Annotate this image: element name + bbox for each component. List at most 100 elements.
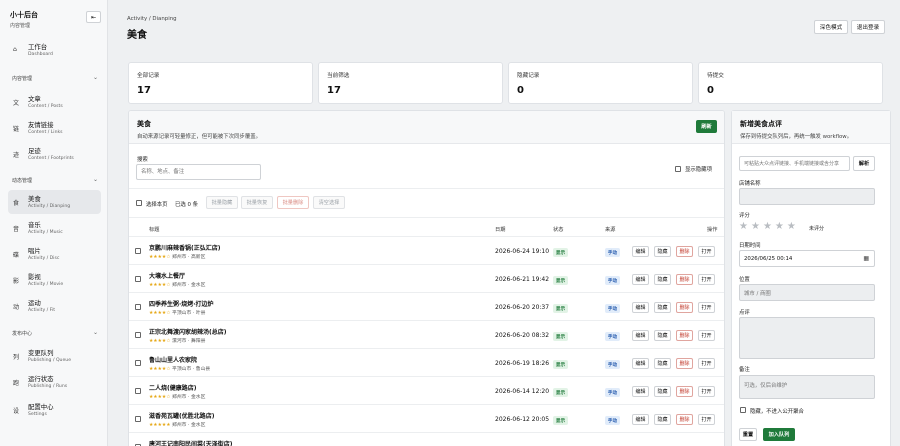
location-label: 位置 xyxy=(739,277,750,283)
nav-group-content[interactable]: 内容管理 ⌄ xyxy=(12,74,98,82)
edit-button[interactable]: 编辑 xyxy=(632,358,649,369)
nav-item-settings[interactable]: 设 配置中心 Settings xyxy=(8,398,101,422)
review-textarea[interactable] xyxy=(739,317,875,359)
star-icon[interactable]: ★ xyxy=(751,221,763,232)
source-badge: 手动 xyxy=(605,332,620,341)
link-input[interactable] xyxy=(739,156,850,171)
parse-button[interactable]: 解析 xyxy=(853,156,875,171)
row-checkbox[interactable] xyxy=(135,248,141,254)
delete-button[interactable]: 删除 xyxy=(676,302,693,313)
status-badge: 显示 xyxy=(553,388,568,397)
add-to-queue-button[interactable]: 加入队列 xyxy=(763,428,795,441)
edit-button[interactable]: 编辑 xyxy=(632,386,649,397)
select-page-checkbox[interactable] xyxy=(136,200,142,206)
bulk-delete-button[interactable]: 批量删除 xyxy=(277,196,309,209)
shop-name-input[interactable] xyxy=(739,188,875,205)
rating-stars: ★★★★☆ xyxy=(149,283,171,288)
nav-group-publish[interactable]: 发布中心 ⌄ xyxy=(12,329,98,337)
food-icon: 食 xyxy=(13,200,20,207)
brand-title: 小十后台 xyxy=(10,11,38,19)
row-checkbox[interactable] xyxy=(135,304,141,310)
hide-button[interactable]: 隐藏 xyxy=(654,386,671,397)
calendar-icon[interactable]: ▦ xyxy=(863,255,869,262)
nav-item-dashboard[interactable]: ⌂ 工作台 Dashboard xyxy=(8,38,101,62)
delete-button[interactable]: 删除 xyxy=(676,414,693,425)
star-icon[interactable]: ★ xyxy=(787,221,799,232)
open-button[interactable]: 打开 xyxy=(698,414,715,425)
open-button[interactable]: 打开 xyxy=(698,246,715,257)
edit-button[interactable]: 编辑 xyxy=(632,414,649,425)
bulk-hide-button[interactable]: 批量隐藏 xyxy=(206,196,238,209)
nav-item-disc[interactable]: 碟 唱片 Activity / Disc xyxy=(8,242,101,266)
hide-button[interactable]: 隐藏 xyxy=(654,358,671,369)
row-location: 郑州市 · 金水区 xyxy=(172,423,206,428)
page-title: 美食 xyxy=(127,30,147,41)
nav-group-activity[interactable]: 动态管理 ⌄ xyxy=(12,176,98,184)
row-meta: ★★★★☆ 漯河市 · 舞阳县 xyxy=(149,337,205,344)
stat-label: 全部记录 xyxy=(137,73,160,79)
open-button[interactable]: 打开 xyxy=(698,386,715,397)
show-hidden-checkbox[interactable] xyxy=(675,166,681,172)
nav-item-fit[interactable]: 动 运动 Activity / Fit xyxy=(8,294,101,318)
rating-stars: ★★★★★ xyxy=(149,423,171,428)
open-button[interactable]: 打开 xyxy=(698,330,715,341)
row-location: 平顶山市 · 鲁山县 xyxy=(172,367,211,372)
stat-label: 待提交 xyxy=(707,73,724,79)
reset-button[interactable]: 重置 xyxy=(739,428,757,441)
delete-button[interactable]: 删除 xyxy=(676,358,693,369)
row-date: 2026-06-24 19:10 xyxy=(495,248,550,255)
form-panel-desc: 保存到待提交队列后，再统一触发 workflow。 xyxy=(740,134,853,140)
hide-button[interactable]: 隐藏 xyxy=(654,246,671,257)
hide-button[interactable]: 隐藏 xyxy=(654,414,671,425)
edit-button[interactable]: 编辑 xyxy=(632,246,649,257)
refresh-button[interactable]: 刷新 xyxy=(696,120,717,133)
datetime-input[interactable]: 2026/06/25 00:14 ▦ xyxy=(739,250,875,267)
nav-sublabel: Settings xyxy=(28,412,47,417)
note-textarea[interactable]: 可选，仅后台维护 xyxy=(739,375,875,399)
nav-item-dianping[interactable]: 食 美食 Activity / Dianping xyxy=(8,190,101,214)
edit-button[interactable]: 编辑 xyxy=(632,302,649,313)
nav-item-movie[interactable]: 影 影视 Activity / Movie xyxy=(8,268,101,292)
status-badge: 显示 xyxy=(553,360,568,369)
hide-button[interactable]: 隐藏 xyxy=(654,302,671,313)
delete-button[interactable]: 删除 xyxy=(676,330,693,341)
hide-button[interactable]: 隐藏 xyxy=(654,274,671,285)
status-badge: 显示 xyxy=(553,332,568,341)
nav-item-posts[interactable]: 文 文章 Content / Posts xyxy=(8,90,101,114)
logout-button[interactable]: 退出登录 xyxy=(851,20,885,34)
star-icon[interactable]: ★ xyxy=(775,221,787,232)
nav-item-footprints[interactable]: 迹 足迹 Content / Footprints xyxy=(8,142,101,166)
star-icon[interactable]: ★ xyxy=(739,221,751,232)
edit-button[interactable]: 编辑 xyxy=(632,274,649,285)
nav-item-queue[interactable]: 列 变更队列 Publishing / Queue xyxy=(8,344,101,368)
row-checkbox[interactable] xyxy=(135,276,141,282)
row-location: 郑州市 · 金水区 xyxy=(172,395,206,400)
nav-item-music[interactable]: 音 音乐 Activity / Music xyxy=(8,216,101,240)
delete-button[interactable]: 删除 xyxy=(676,386,693,397)
row-checkbox[interactable] xyxy=(135,388,141,394)
open-button[interactable]: 打开 xyxy=(698,302,715,313)
nav-item-links[interactable]: 链 友情链接 Content / Links xyxy=(8,116,101,140)
hidden-checkbox[interactable] xyxy=(740,407,746,413)
hide-button[interactable]: 隐藏 xyxy=(654,330,671,341)
open-button[interactable]: 打开 xyxy=(698,358,715,369)
row-meta: ★★★★☆ 郑州市 · 高新区 xyxy=(149,253,205,260)
open-button[interactable]: 打开 xyxy=(698,274,715,285)
delete-button[interactable]: 删除 xyxy=(676,274,693,285)
star-icon[interactable]: ★ xyxy=(763,221,775,232)
row-checkbox[interactable] xyxy=(135,332,141,338)
nav-item-runs[interactable]: 跑 运行状态 Publishing / Runs xyxy=(8,370,101,394)
row-title: 二人烧(健康路店) xyxy=(149,385,197,392)
delete-button[interactable]: 删除 xyxy=(676,246,693,257)
dark-mode-button[interactable]: 深色模式 xyxy=(814,20,848,34)
search-input[interactable] xyxy=(136,164,261,180)
row-checkbox[interactable] xyxy=(135,416,141,422)
edit-button[interactable]: 编辑 xyxy=(632,330,649,341)
clear-selection-button[interactable]: 清空选择 xyxy=(313,196,345,209)
row-location: 郑州市 · 金水区 xyxy=(172,283,206,288)
rating-stars[interactable]: ★★★★★ xyxy=(739,221,799,232)
location-input[interactable]: 城市 / 商圈 xyxy=(739,284,875,301)
row-checkbox[interactable] xyxy=(135,360,141,366)
bulk-restore-button[interactable]: 批量恢复 xyxy=(241,196,273,209)
collapse-sidebar-button[interactable]: ⇤ xyxy=(86,11,101,23)
